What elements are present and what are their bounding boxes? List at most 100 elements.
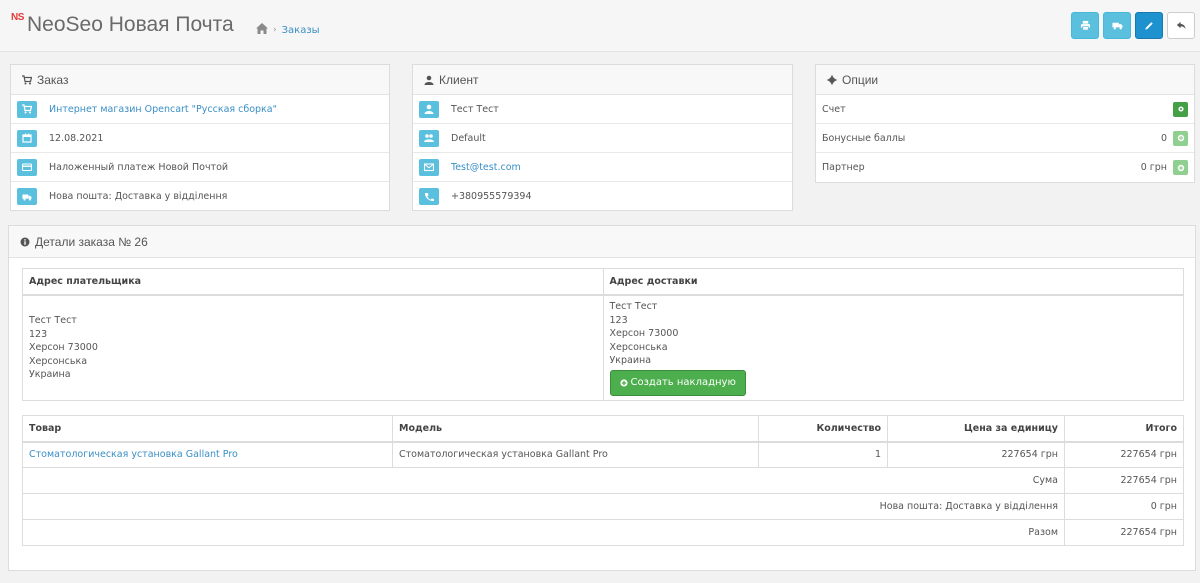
- back-button[interactable]: [1167, 12, 1195, 39]
- pencil-icon: [1144, 22, 1153, 30]
- truck-icon: [1111, 22, 1123, 30]
- customer-email-link[interactable]: Test@test.com: [451, 162, 521, 173]
- totals-row: Сума 227654 грн: [22, 467, 1184, 494]
- add-commission-button[interactable]: [1173, 160, 1188, 175]
- print-icon: [1080, 20, 1090, 31]
- grand-total-value: 227654 грн: [1064, 519, 1184, 546]
- envelope-icon: [424, 163, 434, 172]
- cart-icon: [22, 74, 32, 84]
- cog-icon: [1177, 106, 1184, 112]
- customer-group-button: [419, 129, 439, 147]
- date-button: [17, 129, 37, 147]
- order-store-row: Интернет магазин Opencart "Русская сборк…: [11, 95, 389, 124]
- add-bonus-points-button[interactable]: [1173, 130, 1188, 146]
- invoice-label: Счет: [822, 103, 846, 115]
- store-link[interactable]: Интернет магазин Opencart "Русская сборк…: [49, 104, 277, 115]
- shipping-address-header: Адрес доставки: [602, 268, 1184, 296]
- bonus-points-value: 0: [1160, 132, 1167, 144]
- page-header: NS NeoSeo Новая Почта › Заказы: [0, 0, 1200, 52]
- create-waybill-button[interactable]: Создать накладную: [609, 369, 746, 396]
- col-total: Итого: [1064, 415, 1184, 443]
- plus-circle-icon: [1177, 164, 1184, 171]
- model-cell: Стоматологическая установка Gallant Pro: [392, 441, 759, 468]
- order-details-panel: Детали заказа № 26 Адрес плательщика Адр…: [8, 225, 1196, 571]
- col-quantity: Количество: [758, 415, 888, 443]
- phone-icon: [424, 192, 434, 201]
- breadcrumb-separator: ›: [273, 25, 277, 35]
- breadcrumb: › Заказы: [256, 23, 320, 37]
- order-details-heading: Детали заказа № 26: [9, 226, 1195, 258]
- neoseo-logo: NS: [11, 12, 24, 23]
- order-panel: Заказ Интернет магазин Opencart "Русская…: [10, 64, 390, 211]
- col-model: Модель: [392, 415, 759, 443]
- calendar-icon: [22, 133, 32, 143]
- info-circle-icon: [20, 237, 30, 246]
- shipping-button: [17, 188, 37, 205]
- product-cell: Стоматологическая установка Gallant Pro: [22, 441, 393, 468]
- address-table-wrap: Адрес плательщика Адрес доставки Тест Те…: [22, 268, 1184, 401]
- user-icon: [424, 75, 434, 85]
- payment-method: Наложенный платеж Новой Почтой: [49, 161, 229, 173]
- products-table-wrap: Товар Модель Количество Цена за единицу …: [22, 415, 1184, 546]
- address-table: Адрес плательщика Адрес доставки Тест Те…: [22, 268, 1184, 401]
- edit-order-button[interactable]: [1135, 12, 1163, 39]
- cart-icon: [22, 104, 32, 114]
- shipping-method: Нова пошта: Доставка у відділення: [49, 191, 228, 202]
- toolbar: [1071, 12, 1195, 39]
- user-icon: [424, 104, 434, 114]
- order-details-title: Детали заказа № 26: [35, 234, 148, 249]
- order-shipping-row: Нова пошта: Доставка у відділення: [11, 182, 389, 211]
- shipping-total-value: 0 грн: [1064, 493, 1184, 520]
- customer-phone-row: +380955579394: [413, 182, 792, 211]
- col-product: Товар: [22, 415, 393, 443]
- generate-invoice-button[interactable]: [1173, 101, 1188, 117]
- table-row: Стоматологическая установка Gallant Pro …: [22, 441, 1184, 468]
- subtotal-value: 227654 грн: [1064, 467, 1184, 494]
- cog-icon: [827, 75, 837, 84]
- credit-card-icon: [22, 163, 32, 172]
- reply-icon: [1176, 21, 1186, 30]
- truck-icon: [22, 194, 32, 201]
- total-cell: 227654 грн: [1064, 441, 1184, 468]
- page-title: NeoSeo Новая Почта: [27, 13, 234, 36]
- product-link[interactable]: Стоматологическая установка Gallant Pro: [29, 449, 238, 460]
- options-panel-title: Опции: [842, 72, 879, 87]
- payment-button: [17, 158, 37, 176]
- customer-phone: +380955579394: [451, 191, 532, 202]
- phone-button: [419, 188, 439, 205]
- bonus-points-label: Бонусные баллы: [822, 132, 906, 144]
- partner-value: 0 грн: [1140, 162, 1167, 173]
- invoice-row: Счет: [816, 95, 1194, 124]
- order-panel-title: Заказ: [37, 72, 69, 87]
- group-icon: [424, 134, 434, 142]
- create-waybill-label: Создать накладную: [630, 376, 736, 388]
- customer-group-row: Default: [413, 124, 792, 153]
- partner-label: Партнер: [822, 162, 865, 173]
- options-panel: Опции Счет Бонусные баллы 0 Партнер 0 гр…: [815, 64, 1195, 183]
- print-invoice-button[interactable]: [1071, 12, 1099, 39]
- subtotal-label: Сума: [22, 467, 1065, 494]
- customer-name-row: Тест Тест: [413, 95, 792, 124]
- shipping-address: Тест Тест 123 Херсон 73000 Херсонська Ук…: [602, 294, 1184, 401]
- payment-address: Тест Тест 123 Херсон 73000 Херсонська Ук…: [22, 294, 604, 401]
- store-button[interactable]: [17, 100, 37, 118]
- col-unit-price: Цена за единицу: [887, 415, 1065, 443]
- unit-price-cell: 227654 грн: [887, 441, 1065, 468]
- customer-panel-heading: Клиент: [413, 65, 792, 95]
- options-panel-heading: Опции: [816, 65, 1194, 95]
- totals-row: Нова пошта: Доставка у відділення 0 грн: [22, 493, 1184, 520]
- customer-button: [419, 100, 439, 118]
- customer-email-row: Test@test.com: [413, 153, 792, 182]
- breadcrumb-orders-link[interactable]: Заказы: [282, 25, 320, 36]
- order-date-row: 12.08.2021: [11, 124, 389, 153]
- order-payment-row: Наложенный платеж Новой Почтой: [11, 153, 389, 182]
- products-table: Товар Модель Количество Цена за единицу …: [22, 415, 1184, 546]
- home-icon[interactable]: [256, 23, 268, 37]
- customer-panel: Клиент Тест Тест Default Test@test.com +…: [412, 64, 793, 211]
- customer-group: Default: [451, 132, 486, 144]
- bonus-points-row: Бонусные баллы 0: [816, 124, 1194, 153]
- email-button: [419, 158, 439, 176]
- print-shipping-button[interactable]: [1103, 12, 1131, 39]
- shipping-total-label: Нова пошта: Доставка у відділення: [22, 493, 1065, 520]
- plus-circle-icon: [1177, 134, 1184, 142]
